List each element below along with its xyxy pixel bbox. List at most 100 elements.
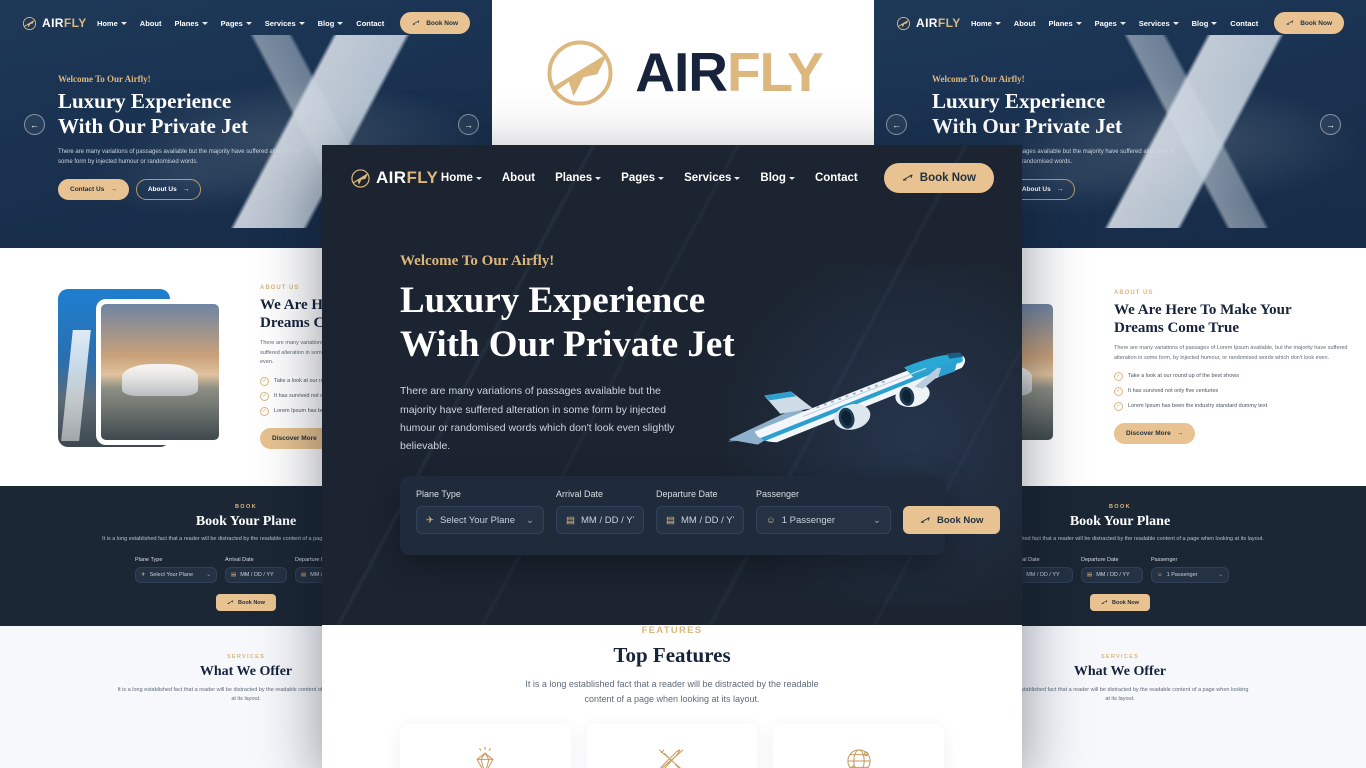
nav-item-blog[interactable]: Blog — [1192, 19, 1218, 28]
about-us-button-left[interactable]: About Us → — [135, 179, 202, 201]
brand-logo-text: AIRFLY — [635, 41, 824, 103]
nav-item-planes[interactable]: Planes — [1048, 19, 1082, 28]
book-now-button-left[interactable]: Book Now — [400, 12, 470, 34]
arrival-date-input-main[interactable]: ▤ MM / DD / YY — [556, 506, 644, 534]
hero-next-button-right[interactable]: → — [1320, 114, 1341, 135]
nav-item-services[interactable]: Services — [684, 172, 741, 184]
about-kicker-right: ABOUT US — [1114, 290, 1154, 297]
departure-date-input-right[interactable]: ▤ MM / DD / YY — [1081, 567, 1143, 584]
feature-card-world[interactable]: All Over The World — [773, 723, 945, 768]
chevron-down-icon — [298, 21, 305, 25]
nav-item-blog[interactable]: Blog — [318, 19, 344, 28]
logo-right[interactable]: AIRFLY — [896, 16, 961, 31]
features-title: Top Features — [613, 643, 731, 667]
list-item: ✓Lorem Ipsum has been the industry stand… — [1114, 401, 1366, 411]
calendar-icon: ▤ — [231, 572, 237, 579]
passenger-select-main[interactable]: ☺ 1 Passenger ⌄ — [756, 506, 891, 534]
field-arrival-date: Arrival Date ▤ MM / DD / YY — [556, 489, 644, 534]
booking-bar-main: Plane Type ✈ Select Your Plane ⌄ Arrival… — [400, 476, 1001, 555]
feature-card-luxury[interactable]: Luxury And Comfort — [400, 723, 571, 768]
plane-type-select-main[interactable]: ✈ Select Your Plane ⌄ — [416, 506, 544, 534]
nav-item-about[interactable]: About — [140, 19, 162, 28]
nav-item-home[interactable]: Home — [971, 19, 1001, 28]
logo-left[interactable]: AIRFLY — [22, 16, 87, 31]
hero-next-button-left[interactable]: → — [458, 114, 479, 135]
discover-more-button-right[interactable]: Discover More → — [1114, 422, 1196, 444]
navbar-right: AIRFLY Home About Planes Pages Services … — [874, 0, 1366, 46]
logo-text-main: AIRFLY — [376, 168, 439, 187]
nav-item-planes[interactable]: Planes — [174, 19, 208, 28]
chevron-down-icon — [1172, 21, 1179, 25]
nav-links-left: Home About Planes Pages Services Blog Co… — [97, 19, 384, 28]
calendar-icon: ▤ — [301, 572, 307, 579]
diamond-icon — [476, 746, 494, 768]
chevron-down-icon: ⌄ — [1218, 572, 1223, 579]
features-cards: Luxury And Comfort Save And Secure — [322, 723, 1022, 768]
about-bullets-right: ✓ Take a look at our round up of the best… — [1114, 371, 1366, 411]
ticket-icon — [1101, 600, 1108, 605]
calendar-icon: ▤ — [566, 514, 575, 526]
airplane-circle-icon-large — [547, 40, 613, 105]
book-submit-button-left[interactable]: Book Now — [216, 594, 276, 612]
booking-fields-main: Plane Type ✈ Select Your Plane ⌄ Arrival… — [416, 489, 1001, 534]
field-label: Passenger — [1151, 557, 1178, 564]
ticket-icon — [227, 600, 234, 605]
contact-us-button-left[interactable]: Contact Us → — [58, 179, 129, 201]
chevron-down-icon — [1119, 21, 1126, 25]
about-title-right: We Are Here To Make Your Dreams Come True — [1114, 302, 1292, 337]
nav-item-contact[interactable]: Contact — [815, 172, 858, 184]
arrival-date-input-left[interactable]: ▤ MM / DD / YY — [225, 567, 287, 584]
nav-item-pages[interactable]: Pages — [1095, 19, 1126, 28]
features-section-main: FEATURES Top Features It is a long estab… — [322, 625, 1022, 768]
field-passenger: Passenger ☺ 1 Passenger ⌄ — [756, 489, 891, 534]
user-icon: ☺ — [766, 514, 776, 526]
field-departure-date: Departure Date ▤ MM / DD / YY — [656, 489, 744, 534]
hero-description-main: There are many variations of passages av… — [400, 385, 675, 453]
book-now-button-right[interactable]: Book Now — [1274, 12, 1344, 34]
hero-eyebrow-left: Welcome To Our Airfly! — [58, 74, 151, 84]
plane-type-select-left[interactable]: ✈ Select Your Plane ⌄ — [135, 567, 217, 584]
about-images-left — [58, 281, 238, 453]
about-image-front — [96, 299, 224, 445]
plane-icon: ✈ — [141, 572, 146, 579]
list-item: ✓ It has survived not only five centuries — [1114, 386, 1366, 396]
passenger-select-right[interactable]: ☺ 1 Passenger ⌄ — [1151, 567, 1229, 584]
list-item: ✓Take a look at our round up of the best… — [1114, 371, 1366, 381]
chevron-down-icon — [1211, 21, 1218, 25]
airplane-illustration — [727, 352, 966, 445]
field-passenger: Passenger ☺ 1 Passenger ⌄ — [1151, 557, 1229, 584]
nav-item-services[interactable]: Services — [1139, 19, 1179, 28]
logo-text-right: AIRFLY — [916, 16, 961, 30]
book-now-button-main[interactable]: Book Now — [883, 163, 994, 193]
book-now-submit-main[interactable]: Book Now — [903, 506, 1001, 534]
arrow-right-icon: → — [110, 186, 117, 194]
hero-prev-button-right[interactable]: ← — [886, 114, 907, 135]
nav-item-services[interactable]: Services — [265, 19, 305, 28]
chevron-down-icon: ⌄ — [526, 514, 534, 526]
nav-item-blog[interactable]: Blog — [760, 172, 795, 184]
nav-item-home[interactable]: Home — [441, 172, 482, 184]
hero-prev-button-left[interactable]: ← — [24, 114, 45, 135]
nav-item-home[interactable]: Home — [97, 19, 127, 28]
logo-text-left: AIRFLY — [42, 16, 87, 30]
nav-item-contact[interactable]: Contact — [1230, 19, 1258, 28]
book-submit-button-right[interactable]: Book Now — [1090, 594, 1150, 612]
check-circle-icon: ✓ — [1114, 371, 1123, 381]
logo-main[interactable]: AIRFLY — [350, 168, 438, 189]
chevron-down-icon — [120, 21, 127, 25]
nav-item-contact[interactable]: Contact — [356, 19, 384, 28]
ticket-icon — [1286, 20, 1294, 25]
nav-item-about[interactable]: About — [502, 172, 535, 184]
feature-card-secure[interactable]: Save And Secure — [586, 723, 758, 768]
field-plane-type: Plane Type ✈ Select Your Plane ⌄ — [416, 489, 544, 534]
check-circle-icon: ✓ — [260, 376, 269, 386]
check-circle-icon: ✓ — [1114, 386, 1123, 396]
nav-item-planes[interactable]: Planes — [555, 172, 602, 184]
main-page-card: AIRFLY Home About Planes Pages Services … — [322, 145, 1022, 768]
nav-item-pages[interactable]: Pages — [621, 172, 665, 184]
check-circle-icon: ✓ — [260, 406, 269, 416]
departure-date-input-main[interactable]: ▤ MM / DD / YY — [656, 506, 744, 534]
nav-item-about[interactable]: About — [1014, 19, 1036, 28]
nav-item-pages[interactable]: Pages — [221, 19, 252, 28]
ticket-icon — [412, 20, 420, 25]
